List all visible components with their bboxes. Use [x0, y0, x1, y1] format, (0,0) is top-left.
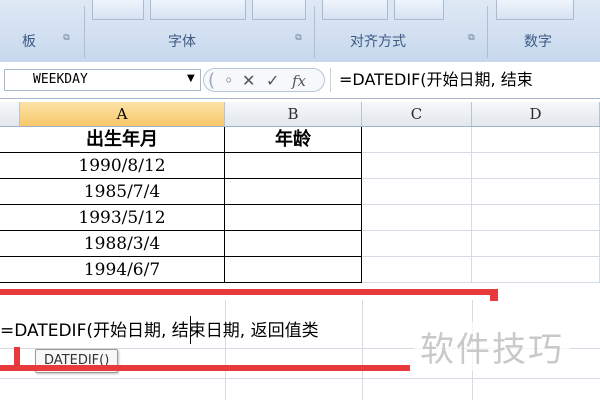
grid-line — [225, 300, 226, 400]
watermark: 软件技巧 — [414, 322, 570, 371]
formula-bar: WEEKDAY ▼ ( ◦ ✕ ✓ fx =DATEDIF(开始日期, 结束 — [0, 62, 600, 99]
table-row: 出生年月 年龄 — [0, 127, 600, 153]
cell-age[interactable] — [225, 179, 362, 205]
cell-birthdate[interactable]: 1993/5/12 — [0, 205, 225, 231]
cell[interactable] — [472, 257, 600, 283]
dialog-launcher-icon[interactable]: ⧉ — [465, 32, 478, 45]
ribbon: 板 ⧉ 字体 ⧉ 对齐方式 ⧉ 数字 — [0, 0, 600, 63]
resize-handle-icon[interactable]: ( — [208, 71, 215, 91]
select-all-corner[interactable] — [0, 102, 20, 126]
chevron-down-icon[interactable]: ▼ — [187, 73, 195, 84]
ribbon-button[interactable] — [394, 0, 444, 20]
table-row: 1994/6/7 — [0, 257, 600, 283]
table-row: 1990/8/12 — [0, 153, 600, 179]
grid-line — [362, 300, 363, 400]
group-divider — [487, 6, 488, 58]
column-header-row: A B C D — [0, 102, 600, 127]
column-header-d[interactable]: D — [472, 102, 600, 126]
cell[interactable] — [472, 205, 600, 231]
ribbon-button[interactable] — [322, 0, 388, 20]
cell[interactable] — [472, 153, 600, 179]
group-divider — [84, 6, 85, 58]
cell-b-header[interactable]: 年龄 — [225, 127, 362, 153]
enter-icon[interactable]: ✓ — [266, 71, 279, 91]
cell[interactable] — [472, 127, 600, 153]
cell-age[interactable] — [225, 231, 362, 257]
ribbon-group-number-label: 数字 — [524, 34, 552, 50]
table-row: 1988/3/4 — [0, 231, 600, 257]
grid-line — [0, 378, 600, 379]
annotation-underline — [490, 289, 498, 301]
cell-a-header[interactable]: 出生年月 — [0, 127, 225, 153]
cell-birthdate[interactable]: 1988/3/4 — [0, 231, 225, 257]
insert-function-icon[interactable]: fx — [292, 71, 306, 91]
group-divider — [314, 6, 315, 58]
cell-editor[interactable]: =DATEDIF(开始日期, 结束日期, 返回值类 — [0, 318, 319, 344]
ribbon-group-clipboard-label: 板 — [22, 34, 36, 50]
ribbon-button[interactable] — [252, 0, 306, 20]
cell[interactable] — [472, 231, 600, 257]
table-row: 1993/5/12 — [0, 205, 600, 231]
cell[interactable] — [362, 257, 472, 283]
formula-buttons: ( ◦ ✕ ✓ fx — [203, 68, 325, 92]
formula-input[interactable]: =DATEDIF(开始日期, 结束 — [330, 68, 600, 92]
dot-icon: ◦ — [224, 71, 234, 90]
ribbon-group-font-label: 字体 — [168, 34, 196, 50]
cell-birthdate[interactable]: 1985/7/4 — [0, 179, 225, 205]
cell-age[interactable] — [225, 205, 362, 231]
annotation-underline — [0, 289, 497, 295]
ribbon-group-alignment-label: 对齐方式 — [350, 34, 406, 50]
text-cursor — [190, 316, 191, 344]
ribbon-button[interactable] — [150, 0, 246, 20]
dialog-launcher-icon[interactable]: ⧉ — [292, 32, 305, 45]
cell[interactable] — [362, 205, 472, 231]
dialog-launcher-icon[interactable]: ⧉ — [60, 32, 73, 45]
cell-birthdate[interactable]: 1994/6/7 — [0, 257, 225, 283]
cell-birthdate[interactable]: 1990/8/12 — [0, 153, 225, 179]
cancel-icon[interactable]: ✕ — [242, 71, 255, 91]
annotation-underline — [0, 365, 410, 371]
name-box[interactable]: WEEKDAY — [4, 69, 201, 91]
cell-age[interactable] — [225, 257, 362, 283]
column-header-c[interactable]: C — [362, 102, 472, 126]
cell-age[interactable] — [225, 153, 362, 179]
cell[interactable] — [362, 153, 472, 179]
column-header-a[interactable]: A — [20, 102, 225, 126]
column-header-b[interactable]: B — [225, 102, 362, 126]
ribbon-button[interactable] — [496, 0, 574, 20]
ribbon-button[interactable] — [92, 0, 144, 20]
cell[interactable] — [362, 127, 472, 153]
cell[interactable] — [472, 179, 600, 205]
cell[interactable] — [362, 231, 472, 257]
table-row: 1985/7/4 — [0, 179, 600, 205]
cell[interactable] — [362, 179, 472, 205]
